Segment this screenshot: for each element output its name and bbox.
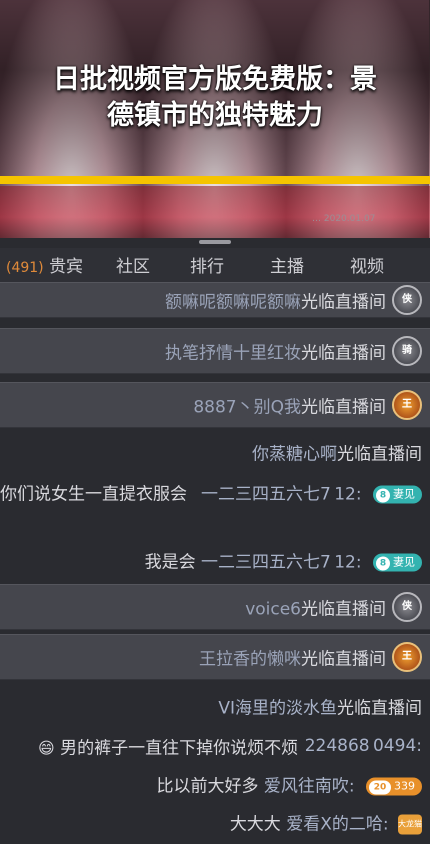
tab-guests[interactable]: (491) 贵宾: [6, 252, 83, 277]
chat-text: 光临直播间: [301, 397, 386, 418]
video-floor: [0, 186, 430, 238]
chat-text: 光临直播间: [337, 444, 422, 465]
fan-badge-label: 339: [394, 779, 415, 793]
fan-level: 20: [369, 780, 391, 795]
video-title-line1: 日批视频官方版免费版：景: [53, 64, 377, 95]
fan-level: 8: [376, 556, 390, 571]
tab-bar: (491) 贵宾 社区 排行 主播 视频: [0, 248, 430, 283]
chat-row: 你们说女生一直提衣服会 一二三四五六七7 12: 8 妻见: [0, 476, 430, 508]
chat-username[interactable]: 一二三四五六七7 12:: [201, 553, 362, 573]
chat-username[interactable]: 爱风往南吹:: [264, 777, 355, 797]
fan-badge: 8 妻见: [373, 485, 422, 504]
chat-username[interactable]: voice6: [245, 600, 301, 620]
chat-row: VI海里的淡水鱼光临直播间: [0, 690, 430, 722]
accent-line: [0, 176, 430, 184]
fan-badge-label: 妻见: [393, 555, 415, 569]
chat-text: 光临直播间: [301, 292, 386, 313]
chat-text: 光临直播间: [301, 599, 386, 620]
chat-text: 比以前大好多: [156, 776, 259, 797]
rank-badge-icon: 王: [392, 642, 422, 672]
rank-badge-icon: 骑: [392, 336, 422, 366]
chat-row-entry: 执笔抒情十里红妆光临直播间 骑: [0, 328, 430, 374]
rank-badge-icon: 侠: [392, 285, 422, 315]
guest-count: (491): [6, 260, 44, 276]
video-title-line2: 德镇市的独特魅力: [107, 100, 323, 131]
chat-row: 我是会 一二三四五六七7 12: 8 妻见: [0, 544, 430, 576]
tab-anchor[interactable]: 主播: [270, 252, 304, 277]
chat-text: 男的裤子一直往下掉你说烦不烦: [54, 738, 299, 759]
chat-username[interactable]: 8887丶别Q我: [193, 398, 301, 418]
chat-username[interactable]: 执笔抒情十里红妆: [165, 344, 301, 364]
chat-text: 光临直播间: [301, 343, 386, 364]
chat-row-entry: 王拉香的懒咪光临直播间 王: [0, 634, 430, 680]
video-title: 日批视频官方版免费版：景 德镇市的独特魅力: [12, 62, 418, 134]
drag-handle[interactable]: [199, 240, 231, 244]
rank-badge-icon: 侠: [392, 592, 422, 622]
chat-username[interactable]: 你蒸糖心啊: [252, 445, 337, 465]
mascot-badge-icon: 大龙猫: [398, 814, 422, 835]
tab-video[interactable]: 视频: [350, 252, 384, 277]
chat-row-entry: voice6光临直播间 侠: [0, 584, 430, 630]
fan-level: 8: [376, 488, 390, 503]
tab-ranking[interactable]: 排行: [190, 252, 224, 277]
fan-badge: 20 339: [366, 777, 422, 796]
chat-username[interactable]: 王拉香的懒咪: [199, 650, 301, 670]
chat-username[interactable]: 一二三四五六七7 12:: [201, 485, 362, 505]
chat-text: 你们说女生一直提衣服会: [0, 484, 187, 505]
chat-text: 大大大: [229, 814, 281, 835]
tab-guests-label: 贵宾: [49, 257, 84, 277]
chat-row-entry: 8887丶别Q我光临直播间 王: [0, 382, 430, 428]
chat-text: 光临直播间: [337, 698, 422, 719]
fan-badge-label: 妻见: [393, 487, 415, 501]
chat-username[interactable]: 爱看X的二哈:: [286, 815, 388, 835]
chat-row: 😄 男的裤子一直往下掉你说烦不烦 224868 0494:: [0, 730, 430, 762]
chat-row: 你蒸糖心啊光临直播间: [0, 436, 430, 468]
chat-text: 光临直播间: [301, 649, 386, 670]
video-player[interactable]: 日批视频官方版免费版：景 德镇市的独特魅力 … 2020.01.07: [0, 0, 430, 238]
chat-row: 大大大 爱看X的二哈: 大龙猫: [0, 806, 430, 838]
chat-username[interactable]: 额嘛呢额嘛呢额嘛: [165, 293, 301, 313]
chat-row-entry: 额嘛呢额嘛呢额嘛光临直播间 侠: [0, 282, 430, 318]
smile-emoji-icon: 😄: [38, 738, 55, 758]
fan-badge: 8 妻见: [373, 553, 422, 572]
watermark: … 2020.01.07: [312, 214, 376, 224]
chat-text: 我是会: [144, 552, 196, 573]
chat-username[interactable]: 224868 0494:: [305, 736, 422, 756]
chat-row: 比以前大好多 爱风往南吹: 20 339: [0, 768, 430, 800]
tab-community[interactable]: 社区: [116, 252, 150, 277]
rank-badge-icon: 王: [392, 390, 422, 420]
chat-username[interactable]: VI海里的淡水鱼: [218, 699, 337, 719]
